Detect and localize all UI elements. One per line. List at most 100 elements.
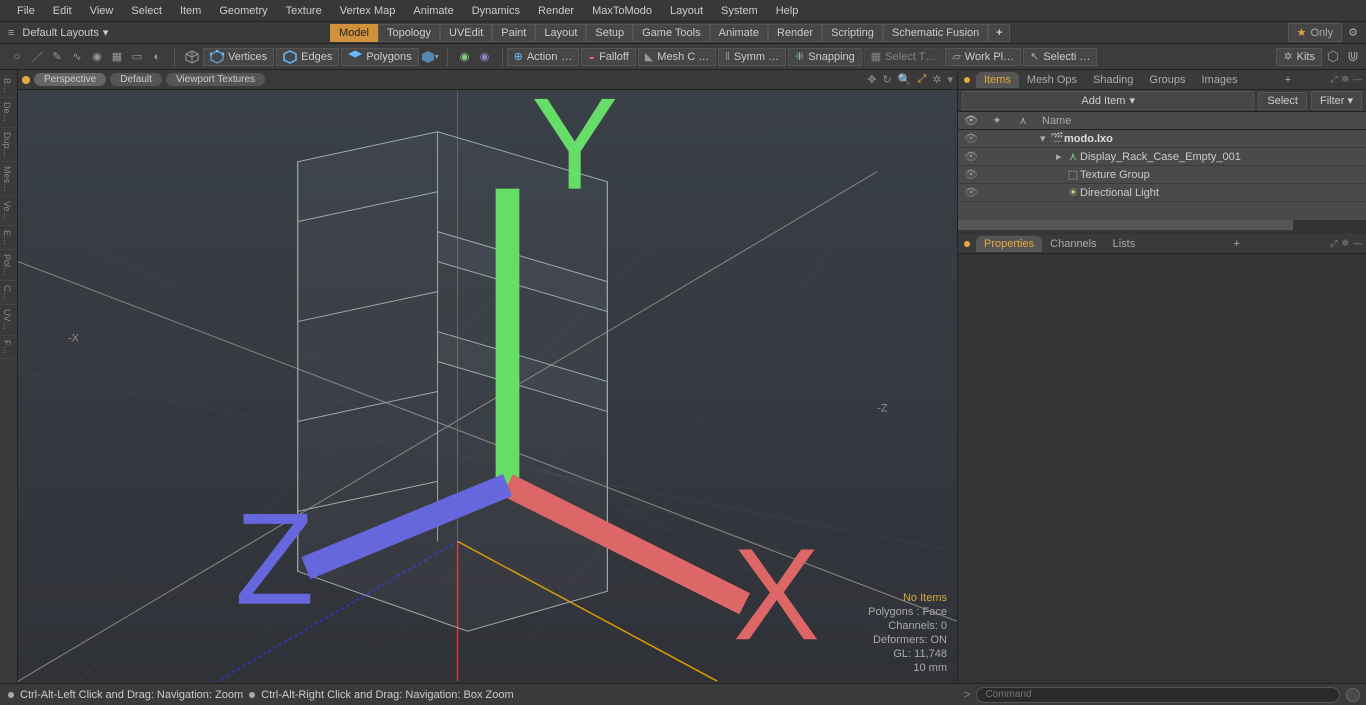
eye-col-icon[interactable]: 👁 bbox=[958, 114, 984, 127]
tree-row-mesh[interactable]: 👁 ▸ ⋏ Display_Rack_Case_Empty_001 bbox=[958, 148, 1366, 166]
layout-tab-gametools[interactable]: Game Tools bbox=[633, 24, 710, 42]
fit-icon[interactable]: ⤢ bbox=[917, 73, 926, 86]
axis-gizmo-icon[interactable]: Y X Z bbox=[38, 90, 957, 663]
curve-tool-icon[interactable]: ∿ bbox=[68, 48, 86, 66]
menu-animate[interactable]: Animate bbox=[404, 2, 462, 20]
workplane-button[interactable]: ▱Work Pl… bbox=[945, 48, 1021, 66]
chevron-down-icon[interactable]: ▾ bbox=[947, 73, 953, 86]
layout-tab-render[interactable]: Render bbox=[768, 24, 822, 42]
symmetry-button[interactable]: ‖Symm … bbox=[718, 48, 786, 66]
add-item-button[interactable]: Add Item ▾ bbox=[962, 91, 1254, 110]
tree-row-light[interactable]: 👁 ☀ Directional Light bbox=[958, 184, 1366, 202]
vtab-6[interactable]: Pol… bbox=[0, 250, 17, 281]
layout-menu-icon[interactable]: ≡ bbox=[8, 27, 14, 39]
expander-icon[interactable]: ▾ bbox=[1040, 132, 1050, 145]
menu-vertexmap[interactable]: Vertex Map bbox=[331, 2, 405, 20]
menu-layout[interactable]: Layout bbox=[661, 2, 712, 20]
mesh-constraint-button[interactable]: ◣Mesh C … bbox=[638, 48, 716, 66]
menu-dynamics[interactable]: Dynamics bbox=[463, 2, 529, 20]
items-scrollbar[interactable] bbox=[958, 220, 1366, 230]
pen-tool-icon[interactable]: ✎ bbox=[48, 48, 66, 66]
falloff-button[interactable]: ◒Falloff bbox=[581, 48, 635, 66]
vtab-2[interactable]: Dup… bbox=[0, 128, 17, 163]
menu-render[interactable]: Render bbox=[529, 2, 583, 20]
menu-file[interactable]: File bbox=[8, 2, 44, 20]
menu-edit[interactable]: Edit bbox=[44, 2, 81, 20]
layout-tab-uvedit[interactable]: UVEdit bbox=[440, 24, 492, 42]
eye-icon[interactable]: 👁 bbox=[958, 132, 984, 145]
layout-tab-scripting[interactable]: Scripting bbox=[822, 24, 883, 42]
gear-icon[interactable]: ✲ bbox=[932, 73, 941, 86]
panel-minimize-icon[interactable]: — bbox=[1353, 238, 1362, 249]
layout-tab-paint[interactable]: Paint bbox=[492, 24, 535, 42]
vtab-7[interactable]: C… bbox=[0, 281, 17, 306]
lasso-tool-icon[interactable]: ◐ bbox=[148, 48, 166, 66]
layout-tab-animate[interactable]: Animate bbox=[710, 24, 768, 42]
name-column-header[interactable]: Name bbox=[1036, 115, 1071, 127]
kits-button[interactable]: ✲Kits bbox=[1276, 48, 1322, 66]
layout-tab-add[interactable]: + bbox=[988, 24, 1010, 42]
only-button[interactable]: ★ Only bbox=[1288, 23, 1343, 42]
record-icon[interactable] bbox=[1346, 688, 1360, 702]
panel-gear-icon[interactable]: ✲ bbox=[1341, 74, 1349, 85]
tab-meshops[interactable]: Mesh Ops bbox=[1019, 72, 1085, 88]
menu-maxtomodo[interactable]: MaxToModo bbox=[583, 2, 661, 20]
cube-tool-icon[interactable] bbox=[183, 48, 201, 66]
tab-channels[interactable]: Channels bbox=[1042, 236, 1104, 252]
plane-tool-icon[interactable]: ▭ bbox=[128, 48, 146, 66]
layout-tab-topology[interactable]: Topology bbox=[378, 24, 440, 42]
menu-item[interactable]: Item bbox=[171, 2, 210, 20]
edges-mode-button[interactable]: Edges bbox=[276, 48, 339, 66]
vtab-1[interactable]: De… bbox=[0, 98, 17, 128]
sphere-tool-icon[interactable]: ◉ bbox=[88, 48, 106, 66]
filter-button[interactable]: Filter ▾ bbox=[1311, 91, 1362, 110]
sphere-b-icon[interactable]: ◉ bbox=[476, 48, 494, 66]
layout-tab-setup[interactable]: Setup bbox=[586, 24, 633, 42]
circle-tool-icon[interactable]: ○ bbox=[8, 48, 26, 66]
eye-icon[interactable]: 👁 bbox=[958, 150, 984, 163]
viewport-tab-default[interactable]: Default bbox=[110, 73, 162, 86]
layout-tab-model[interactable]: Model bbox=[330, 24, 378, 42]
line-tool-icon[interactable]: ／ bbox=[28, 48, 46, 66]
viewport-3d[interactable]: pathәpath d="M420 340 L590 390 L590 420 … bbox=[18, 90, 957, 683]
viewport-tab-perspective[interactable]: Perspective bbox=[34, 73, 106, 86]
tab-images[interactable]: Images bbox=[1194, 72, 1246, 88]
sphere-a-icon[interactable]: ◉ bbox=[456, 48, 474, 66]
viewport-tab-textures[interactable]: Viewport Textures bbox=[166, 73, 265, 86]
layout-dropdown[interactable]: Default Layouts ▾ bbox=[22, 26, 108, 39]
vtab-5[interactable]: E… bbox=[0, 226, 17, 250]
menu-help[interactable]: Help bbox=[767, 2, 808, 20]
vtab-3[interactable]: Mes… bbox=[0, 162, 17, 197]
tree-row-texture-group[interactable]: 👁 ⬚ Texture Group bbox=[958, 166, 1366, 184]
command-input[interactable] bbox=[976, 687, 1340, 703]
plus-col-icon[interactable]: ✦ bbox=[984, 114, 1010, 127]
cube-solid-icon[interactable]: ▾ bbox=[421, 48, 439, 66]
panel-add-tab[interactable]: + bbox=[1279, 74, 1297, 86]
zoom-icon[interactable]: 🔍 bbox=[898, 73, 912, 86]
vtab-4[interactable]: Ve… bbox=[0, 197, 17, 226]
vtab-8[interactable]: UV… bbox=[0, 305, 17, 336]
eye-icon[interactable]: 👁 bbox=[958, 186, 984, 199]
panel-gear-icon[interactable]: ✲ bbox=[1341, 238, 1349, 249]
menu-select[interactable]: Select bbox=[122, 2, 171, 20]
menu-view[interactable]: View bbox=[81, 2, 123, 20]
layout-tab-layout[interactable]: Layout bbox=[535, 24, 586, 42]
vertices-mode-button[interactable]: Vertices bbox=[203, 48, 274, 66]
vtab-9[interactable]: F… bbox=[0, 336, 17, 360]
eye-icon[interactable]: 👁 bbox=[958, 168, 984, 181]
grid-tool-icon[interactable]: ▦ bbox=[108, 48, 126, 66]
menu-texture[interactable]: Texture bbox=[277, 2, 331, 20]
rotate-icon[interactable]: ↻ bbox=[883, 73, 892, 86]
tree-row-scene[interactable]: 👁 ▾ 🎬 modo.lxo bbox=[958, 130, 1366, 148]
expander-icon[interactable]: ▸ bbox=[1056, 150, 1066, 163]
move-icon[interactable]: ✥ bbox=[867, 73, 876, 86]
vtab-0[interactable]: B… bbox=[0, 74, 17, 98]
panel-expand-icon[interactable]: ⤢ bbox=[1330, 238, 1337, 249]
axis-col-icon[interactable]: ⋏ bbox=[1010, 114, 1036, 127]
snapping-button[interactable]: ⁜Snapping bbox=[788, 48, 862, 66]
menu-system[interactable]: System bbox=[712, 2, 767, 20]
unreal-icon[interactable]: ⋓ bbox=[1344, 48, 1362, 66]
panel-expand-icon[interactable]: ⤢ bbox=[1330, 74, 1337, 85]
tab-properties[interactable]: Properties bbox=[976, 236, 1042, 252]
panel-minimize-icon[interactable]: — bbox=[1353, 74, 1362, 85]
